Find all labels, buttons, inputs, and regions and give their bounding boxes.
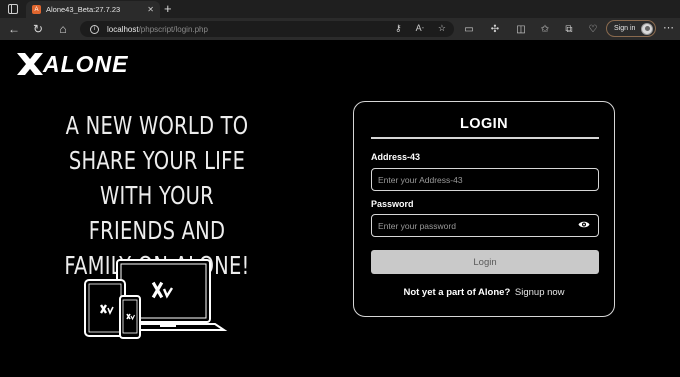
refresh-icon[interactable]: ↻ xyxy=(30,21,46,37)
key-icon[interactable]: ⚷ xyxy=(395,23,402,34)
info-icon[interactable]: i xyxy=(90,24,99,34)
sign-in-label: Sign in xyxy=(614,25,636,32)
url-path: /phpscript/login.php xyxy=(138,24,208,34)
url-host: localhost xyxy=(107,24,139,34)
browser-essentials-icon[interactable]: ♡ xyxy=(586,21,600,37)
address-bar[interactable]: i localhost/phpscript/login.php ⚷ Aᐧ ☆ xyxy=(80,21,454,37)
title-divider xyxy=(371,137,599,139)
brand-logo-wordmark: ALONE xyxy=(17,53,129,75)
split-screen-icon[interactable]: ▭ xyxy=(462,21,476,37)
login-title: LOGIN xyxy=(460,116,508,132)
signup-prompt-line: Not yet a part of Alone? Signup now xyxy=(354,287,614,298)
tab-close-icon[interactable]: ✕ xyxy=(147,5,154,14)
back-arrow-icon[interactable]: ← xyxy=(6,21,22,37)
eye-icon[interactable] xyxy=(578,220,590,229)
address-input[interactable] xyxy=(371,168,599,191)
split-window-icon[interactable]: ◫ xyxy=(514,21,528,37)
browser-tab-bar: A Alone43_Beta:27.7.23 ✕ + xyxy=(0,0,680,18)
home-icon[interactable]: ⌂ xyxy=(55,21,71,37)
svg-text:ALONE: ALONE xyxy=(42,53,129,75)
avatar-icon xyxy=(641,23,653,35)
password-input[interactable] xyxy=(371,214,599,237)
login-button[interactable]: Login xyxy=(371,250,599,274)
new-tab-icon[interactable]: + xyxy=(164,2,172,15)
more-options-icon[interactable]: ⋯ xyxy=(663,21,674,34)
signup-link[interactable]: Signup now xyxy=(515,287,565,298)
extensions-icon[interactable]: ✣ xyxy=(488,21,502,37)
password-label: Password xyxy=(371,199,414,209)
favorite-star-icon[interactable]: ☆ xyxy=(438,23,446,34)
login-card: LOGIN Address-43 Password Login Not yet … xyxy=(353,101,615,317)
tagline: A NEW WORLD TO SHARE YOUR LIFE WITH YOUR… xyxy=(64,111,250,280)
browser-toolbar: ← ↻ ⌂ i localhost/phpscript/login.php ⚷ … xyxy=(0,18,680,40)
collections-icon[interactable]: ⧉ xyxy=(562,21,576,37)
browser-tab[interactable]: A Alone43_Beta:27.7.23 ✕ xyxy=(26,1,160,18)
window-icon[interactable] xyxy=(8,4,18,14)
url-text: localhost/phpscript/login.php xyxy=(107,25,208,34)
sign-in-button[interactable]: Sign in xyxy=(606,20,656,37)
address-label: Address-43 xyxy=(371,152,421,162)
devices-illustration xyxy=(84,259,228,339)
read-aloud-icon[interactable]: Aᐧ xyxy=(416,23,424,34)
tab-favicon-icon: A xyxy=(32,5,41,14)
favorites-icon[interactable]: ✩ xyxy=(538,21,552,37)
brand-logo[interactable]: ALONE xyxy=(17,50,177,78)
tab-title: Alone43_Beta:27.7.23 xyxy=(46,5,121,14)
signup-prompt: Not yet a part of Alone? xyxy=(403,287,511,298)
